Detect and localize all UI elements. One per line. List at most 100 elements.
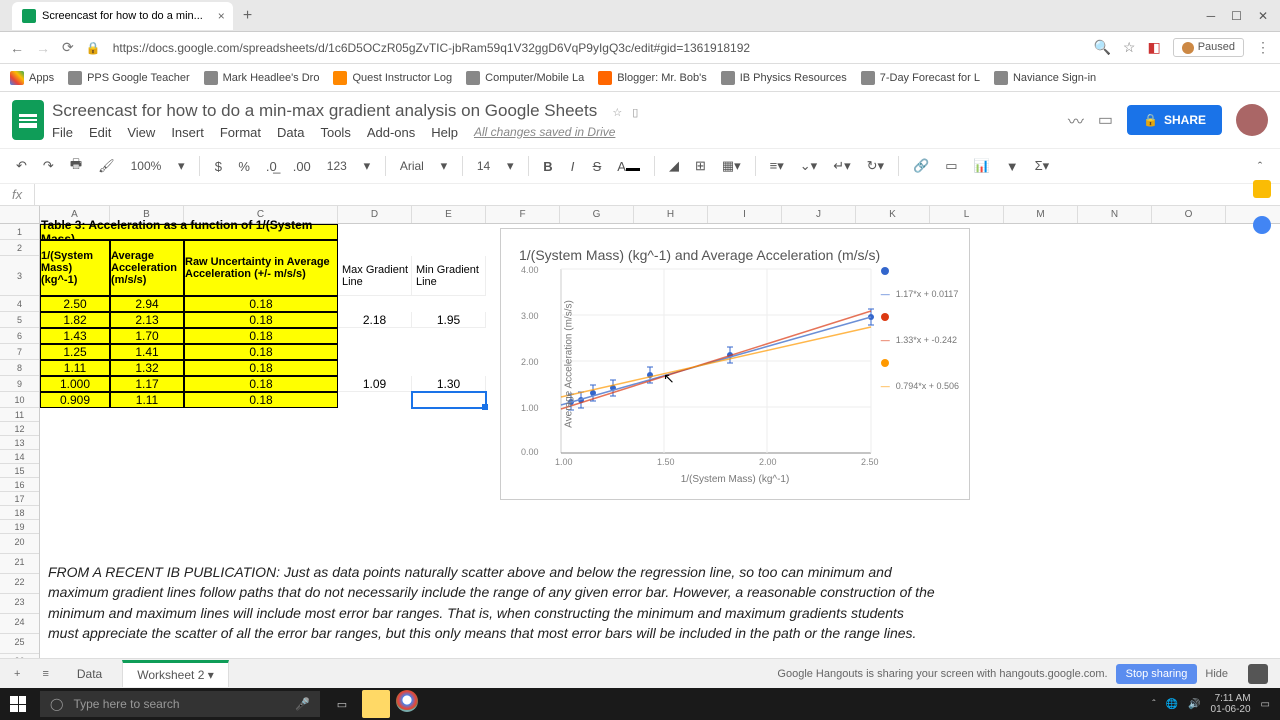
functions-icon[interactable]: Σ▾ (1029, 154, 1056, 178)
back-icon[interactable]: ← (10, 40, 24, 56)
activity-icon[interactable]: 〰 (1068, 108, 1084, 132)
star-icon[interactable]: ☆ (612, 106, 622, 119)
share-button[interactable]: 🔒SHARE (1127, 105, 1222, 135)
strike-icon[interactable]: S (587, 155, 608, 178)
col-header[interactable]: H (634, 206, 708, 223)
notifications-icon[interactable]: ▭ (1261, 699, 1270, 710)
new-tab-button[interactable]: + (243, 7, 252, 25)
stop-sharing-button[interactable]: Stop sharing (1116, 664, 1198, 684)
valign-icon[interactable]: ⌄▾ (794, 154, 823, 178)
browser-tab[interactable]: Screencast for how to do a min... × (12, 2, 233, 30)
bold-icon[interactable]: B (537, 155, 558, 178)
fontsize-select[interactable]: 14 (471, 159, 496, 173)
header-col-c[interactable]: Raw Uncertainty in Average Acceleration … (184, 240, 338, 296)
menu-tools[interactable]: Tools (320, 125, 350, 140)
row-header[interactable]: 7 (0, 344, 39, 360)
move-folder-icon[interactable]: ▯ (632, 106, 638, 119)
print-icon[interactable]: 🖶 (64, 151, 88, 181)
menu-help[interactable]: Help (431, 125, 458, 140)
row-header[interactable]: 1 (0, 224, 39, 240)
forward-icon[interactable]: → (36, 40, 50, 56)
table-title[interactable]: Table 3: Acceleration as a function of 1… (40, 224, 338, 240)
row-header[interactable]: 17 (0, 492, 39, 506)
bookmark-item[interactable]: Quest Instructor Log (333, 71, 452, 85)
row-header[interactable]: 8 (0, 360, 39, 376)
tray-sound-icon[interactable]: 🔊 (1188, 699, 1200, 710)
cell[interactable]: 1.11 (40, 360, 110, 376)
cell[interactable]: 2.50 (40, 296, 110, 312)
apps-button[interactable]: Apps (10, 71, 54, 85)
redo-icon[interactable]: ↷ (37, 154, 60, 178)
cell[interactable]: 0.18 (184, 376, 338, 392)
percent-icon[interactable]: % (232, 155, 256, 178)
col-header[interactable]: N (1078, 206, 1152, 223)
header-col-e[interactable]: Min Gradient Line (412, 256, 486, 296)
row-header[interactable]: 14 (0, 450, 39, 464)
menu-addons[interactable]: Add-ons (367, 125, 415, 140)
row-header[interactable]: 19 (0, 520, 39, 534)
bookmark-item[interactable]: 7-Day Forecast for L (861, 71, 980, 85)
row-header[interactable]: 10 (0, 392, 39, 408)
comments-icon[interactable]: ▭ (1098, 110, 1113, 130)
row-header[interactable]: 22 (0, 574, 39, 594)
hide-button[interactable]: Hide (1205, 668, 1228, 680)
chart-icon[interactable]: 📊 (968, 154, 996, 178)
close-tab-icon[interactable]: × (218, 9, 225, 23)
fillcolor-icon[interactable]: ◢ (663, 154, 685, 178)
row-header[interactable]: 15 (0, 464, 39, 478)
rotate-icon[interactable]: ↻▾ (861, 154, 890, 178)
cell[interactable]: 1.70 (110, 328, 184, 344)
menu-view[interactable]: View (127, 125, 155, 140)
taskbar-search[interactable]: ◯ Type here to search 🎤 (40, 691, 320, 717)
header-col-b[interactable]: Average Acceleration (m/s/s) (110, 240, 184, 296)
menu-data[interactable]: Data (277, 125, 304, 140)
cell[interactable]: 1.25 (40, 344, 110, 360)
currency-icon[interactable]: $ (208, 155, 228, 178)
cell[interactable]: 0.18 (184, 312, 338, 328)
account-avatar[interactable] (1236, 104, 1268, 136)
dec-increase-icon[interactable]: .00 (287, 155, 317, 178)
lock-icon[interactable]: 🔒 (86, 41, 101, 55)
italic-icon[interactable]: I (563, 155, 583, 178)
col-header[interactable]: K (856, 206, 930, 223)
comment-icon[interactable]: ▭ (939, 154, 963, 178)
embedded-chart[interactable]: 1/(System Mass) (kg^-1) and Average Acce… (500, 228, 970, 500)
menu-edit[interactable]: Edit (89, 125, 111, 140)
minimize-icon[interactable]: ─ (1207, 9, 1216, 23)
cell[interactable]: 1.32 (110, 360, 184, 376)
file-explorer-icon[interactable] (362, 690, 390, 718)
row-header[interactable]: 6 (0, 328, 39, 344)
maximize-icon[interactable]: ☐ (1231, 9, 1242, 23)
chrome-icon[interactable] (396, 690, 418, 712)
cell[interactable]: 0.18 (184, 328, 338, 344)
col-header[interactable]: G (560, 206, 634, 223)
all-sheets-icon[interactable]: ≡ (34, 664, 56, 684)
row-header[interactable]: 13 (0, 436, 39, 450)
col-header[interactable]: M (1004, 206, 1078, 223)
cell[interactable]: 1.82 (40, 312, 110, 328)
cell[interactable]: 1.000 (40, 376, 110, 392)
row-header[interactable]: 21 (0, 554, 39, 574)
zoom-select[interactable]: 100% (125, 159, 168, 173)
cell[interactable]: 2.13 (110, 312, 184, 328)
borders-icon[interactable]: ⊞ (689, 154, 712, 178)
cell[interactable]: 1.11 (110, 392, 184, 408)
tray-network-icon[interactable]: 🌐 (1166, 699, 1178, 710)
close-window-icon[interactable]: ✕ (1258, 9, 1268, 23)
cell[interactable]: 1.43 (40, 328, 110, 344)
row-header[interactable]: 25 (0, 634, 39, 654)
tray-clock[interactable]: 7:11 AM 01-06-20 (1211, 693, 1251, 715)
menu-file[interactable]: File (52, 125, 73, 140)
bookmark-item[interactable]: Computer/Mobile La (466, 71, 584, 85)
row-header[interactable]: 9 (0, 376, 39, 392)
row-header[interactable]: 18 (0, 506, 39, 520)
col-header[interactable]: O (1152, 206, 1226, 223)
row-header[interactable]: 11 (0, 408, 39, 422)
selected-cell[interactable] (412, 392, 486, 408)
mic-icon[interactable]: 🎤 (295, 697, 310, 711)
cell[interactable]: 0.18 (184, 392, 338, 408)
bookmark-item[interactable]: PPS Google Teacher (68, 71, 190, 85)
reload-icon[interactable]: ⟳ (62, 39, 74, 56)
col-header[interactable]: D (338, 206, 412, 223)
row-header[interactable]: 12 (0, 422, 39, 436)
